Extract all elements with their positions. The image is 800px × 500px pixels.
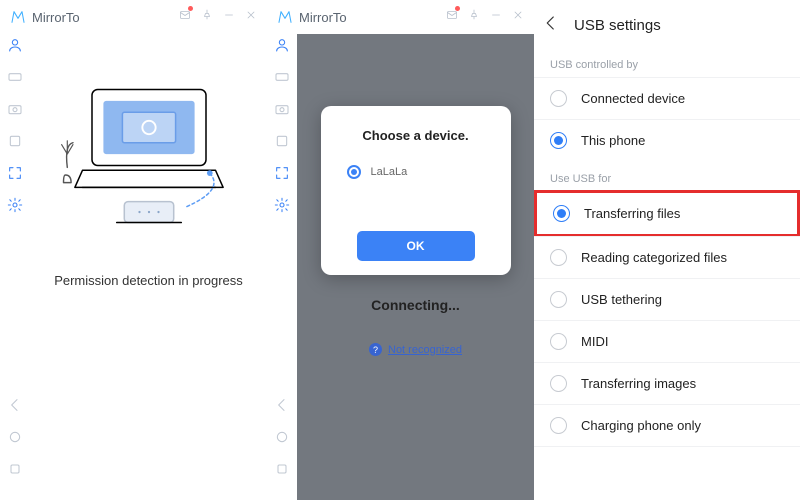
mid-sidebar: [267, 30, 297, 496]
option-label: This phone: [581, 133, 645, 148]
radio-checked-icon: [347, 165, 361, 179]
sidebar-keyboard-icon[interactable]: [6, 68, 24, 86]
use-option-midi[interactable]: MIDI: [534, 320, 800, 362]
sidebar-fullscreen-icon[interactable]: [273, 164, 291, 182]
nav-back-icon[interactable]: [273, 396, 291, 414]
sidebar-camera-icon[interactable]: [273, 100, 291, 118]
sidebar-keyboard-icon[interactable]: [273, 68, 291, 86]
sidebar-camera-icon[interactable]: [6, 100, 24, 118]
app-name: MirrorTo: [32, 10, 80, 25]
controlled-option-this-phone[interactable]: This phone: [534, 119, 800, 161]
nav-recent-icon[interactable]: [273, 460, 291, 478]
option-label: USB tethering: [581, 292, 662, 307]
left-sidebar: [0, 30, 30, 496]
sidebar-settings-icon[interactable]: [6, 196, 24, 214]
nav-home-icon[interactable]: [273, 428, 291, 446]
radio-icon: [550, 417, 567, 434]
pin-icon[interactable]: [201, 8, 213, 26]
not-recognized-label: Not recognized: [388, 344, 462, 356]
controlled-option-connected-device[interactable]: Connected device: [534, 77, 800, 119]
use-option-reading-categorized[interactable]: Reading categorized files: [534, 236, 800, 278]
minimize-icon[interactable]: [490, 8, 502, 26]
sidebar-user-icon[interactable]: [273, 36, 291, 54]
ok-button[interactable]: OK: [357, 231, 475, 261]
mirrorto-logo-icon: [10, 9, 26, 25]
choose-device-dialog: Choose a device. LaLaLa OK: [321, 106, 511, 275]
radio-icon: [550, 333, 567, 350]
dialog-title: Choose a device.: [337, 128, 495, 143]
radio-checked-icon: [550, 132, 567, 149]
nav-home-icon[interactable]: [6, 428, 24, 446]
back-icon[interactable]: [542, 14, 560, 37]
not-recognized-link[interactable]: ? Not recognized: [369, 343, 462, 356]
device-option[interactable]: LaLaLa: [337, 165, 495, 179]
help-icon: ?: [369, 343, 382, 356]
use-option-transferring-images[interactable]: Transferring images: [534, 362, 800, 404]
usb-settings-header: USB settings: [534, 0, 800, 47]
option-label: Transferring files: [584, 206, 680, 221]
radio-icon: [550, 249, 567, 266]
mail-icon[interactable]: [179, 8, 191, 26]
section-controlled-label: USB controlled by: [534, 47, 800, 77]
device-name-label: LaLaLa: [371, 166, 408, 178]
option-label: Charging phone only: [581, 418, 701, 433]
radio-icon: [550, 90, 567, 107]
radio-icon: [550, 375, 567, 392]
option-label: MIDI: [581, 334, 608, 349]
sidebar-user-icon[interactable]: [6, 36, 24, 54]
nav-recent-icon[interactable]: [6, 460, 24, 478]
radio-checked-icon: [553, 205, 570, 222]
app-name: MirrorTo: [299, 10, 347, 25]
sidebar-rectangle-icon[interactable]: [6, 132, 24, 150]
use-option-charging-only[interactable]: Charging phone only: [534, 404, 800, 447]
radio-icon: [550, 291, 567, 308]
use-option-usb-tethering[interactable]: USB tethering: [534, 278, 800, 320]
titlebar-mid: MirrorTo: [267, 0, 534, 30]
use-option-transferring-files[interactable]: Transferring files: [534, 190, 800, 237]
mirrorto-logo-icon: [277, 9, 293, 25]
usb-settings-title: USB settings: [574, 17, 661, 34]
option-label: Connected device: [581, 91, 685, 106]
sidebar-fullscreen-icon[interactable]: [6, 164, 24, 182]
close-icon[interactable]: [512, 8, 524, 26]
permission-status-text: Permission detection in progress: [30, 273, 267, 288]
laptop-phone-illustration: [54, 80, 244, 247]
connecting-status: Connecting...: [371, 297, 460, 313]
pin-icon[interactable]: [468, 8, 480, 26]
app-brand: MirrorTo: [10, 9, 80, 25]
minimize-icon[interactable]: [223, 8, 235, 26]
section-use-label: Use USB for: [534, 161, 800, 191]
nav-back-icon[interactable]: [6, 396, 24, 414]
close-icon[interactable]: [245, 8, 257, 26]
sidebar-rectangle-icon[interactable]: [273, 132, 291, 150]
app-brand: MirrorTo: [277, 9, 347, 25]
option-label: Reading categorized files: [581, 250, 727, 265]
option-label: Transferring images: [581, 376, 696, 391]
sidebar-settings-icon[interactable]: [273, 196, 291, 214]
titlebar-left: MirrorTo: [0, 0, 267, 30]
mail-icon[interactable]: [446, 8, 458, 26]
